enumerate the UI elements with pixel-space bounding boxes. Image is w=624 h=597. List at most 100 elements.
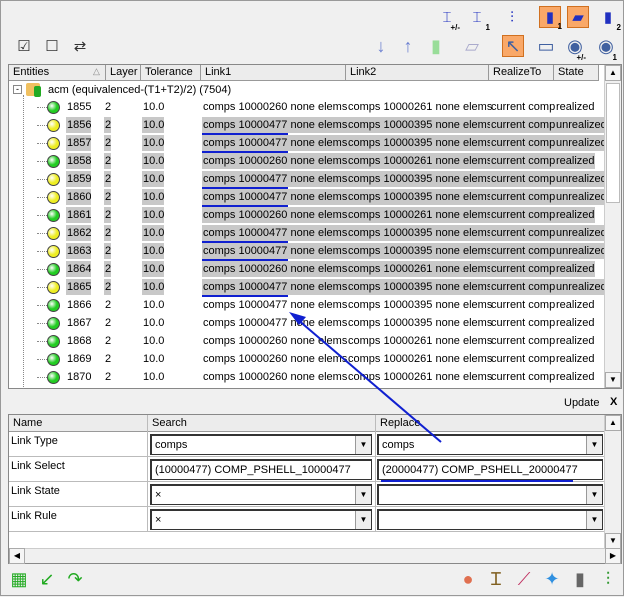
line-connector-icon[interactable]: ⟋ bbox=[513, 568, 535, 590]
table-row[interactable]: 1867 2 10.0 comps 10000477 none elems comps … bbox=[9, 314, 605, 332]
scroll-down-button[interactable]: ▼ bbox=[605, 372, 621, 388]
cell-id: 1861 bbox=[66, 207, 92, 223]
table-row[interactable]: 1870 2 10.0 comps 10000260 none elems comps … bbox=[9, 368, 605, 386]
scroll-down-button[interactable]: ▼ bbox=[605, 533, 621, 549]
cell-layer: 2 bbox=[104, 135, 112, 151]
surface-icon[interactable]: ▱ bbox=[461, 35, 483, 57]
component-2-icon[interactable]: ▮ 2 bbox=[597, 6, 621, 32]
spot-icon[interactable]: ✦ bbox=[541, 568, 563, 590]
table-row[interactable]: 1868 2 10.0 comps 10000260 none elems comps … bbox=[9, 332, 605, 350]
table-row[interactable]: 1859 2 10.0 comps 10000477 none elems comps … bbox=[9, 170, 607, 189]
table-row[interactable]: 1860 2 10.0 comps 10000477 none elems comps … bbox=[9, 188, 607, 207]
realize-icon[interactable]: ⫶ bbox=[501, 6, 523, 28]
column-header-name[interactable]: Name bbox=[9, 415, 148, 432]
select-arrow-icon[interactable]: ↖ bbox=[502, 35, 524, 57]
column-header-tolerance[interactable]: Tolerance bbox=[141, 65, 201, 81]
link-type-search-dropdown[interactable]: comps ▼ bbox=[150, 434, 372, 455]
cell-layer: 2 bbox=[105, 335, 112, 347]
link-rule-search-dropdown[interactable]: × ▼ bbox=[150, 509, 372, 530]
equivalence-one-icon[interactable]: ⌶ 1 bbox=[466, 6, 490, 33]
close-button[interactable]: X bbox=[610, 396, 617, 408]
mass-icon[interactable]: ▮ bbox=[569, 568, 591, 590]
scroll-right-button[interactable]: ▶ bbox=[605, 548, 621, 564]
show-one-icon[interactable]: ◉ 1 bbox=[595, 35, 617, 63]
column-header-state[interactable]: State bbox=[554, 65, 599, 81]
group-row[interactable]: - acm (equivalenced-(T1+T2)/2) (7504) bbox=[9, 81, 605, 99]
link-select-replace-field[interactable]: (20000477) COMP_PSHELL_20000477 bbox=[377, 459, 603, 482]
scroll-left-button[interactable]: ◀ bbox=[9, 548, 25, 564]
cell-layer: 2 bbox=[104, 243, 112, 259]
table-row[interactable]: 1871 2 10.0 comps 10000477 none elemscomps … bbox=[9, 386, 605, 388]
move-up-icon[interactable]: ↑ bbox=[397, 35, 419, 57]
cell-id: 1868 bbox=[67, 335, 92, 347]
cell-id: 1871 bbox=[66, 387, 91, 388]
column-header-search[interactable]: Search bbox=[148, 415, 376, 432]
tree-connector bbox=[37, 197, 47, 198]
chevron-down-icon[interactable]: ▼ bbox=[586, 436, 602, 454]
table-row[interactable]: 1866 2 10.0 comps 10000477 none elems comps … bbox=[9, 296, 605, 314]
column-header-realizeto[interactable]: RealizeTo bbox=[489, 65, 554, 81]
chevron-down-icon[interactable]: ▼ bbox=[586, 486, 602, 504]
chevron-down-icon[interactable]: ▼ bbox=[586, 511, 602, 529]
component-icon[interactable]: ▮ bbox=[425, 35, 447, 57]
link-state-search-dropdown[interactable]: × ▼ bbox=[150, 484, 372, 505]
collapse-toggle[interactable]: - bbox=[13, 85, 22, 94]
link-select-search-field[interactable]: (10000477) COMP_PSHELL_10000477 bbox=[150, 459, 372, 480]
column-header-layer[interactable]: Layer bbox=[106, 65, 141, 81]
column-header-link1[interactable]: Link1 bbox=[201, 65, 346, 81]
import-components-icon[interactable]: ↙ bbox=[36, 568, 58, 590]
horizontal-scrollbar[interactable]: ◀ ▶ bbox=[9, 548, 621, 564]
move-down-icon[interactable]: ↓ bbox=[370, 35, 392, 57]
table-row[interactable]: 1855 2 10.0 comps 10000260 none elems comps … bbox=[9, 98, 605, 116]
chevron-down-icon[interactable]: ▼ bbox=[355, 436, 371, 454]
table-row[interactable]: 1861 2 10.0 comps 10000260 none elems comps … bbox=[9, 206, 605, 224]
table-row[interactable]: 1869 2 10.0 comps 10000260 none elems comps … bbox=[9, 350, 605, 368]
update-button[interactable]: Update bbox=[564, 397, 599, 409]
table-row[interactable]: 1863 2 10.0 comps 10000477 none elems comps … bbox=[9, 242, 607, 261]
move-components-icon[interactable]: ↷ bbox=[64, 568, 86, 590]
table-row[interactable]: 1865 2 10.0 comps 10000477 none elems comps … bbox=[9, 278, 607, 297]
column-header-link2[interactable]: Link2 bbox=[346, 65, 489, 81]
cell-link2: comps 10000261 none elems bbox=[347, 153, 493, 169]
equivalence-add-remove-icon[interactable]: ⌶ +/- bbox=[436, 6, 460, 33]
cell-layer: 2 bbox=[104, 117, 112, 133]
beam-icon[interactable]: Ɪ bbox=[485, 568, 507, 590]
table-row[interactable]: 1857 2 10.0 comps 10000477 none elems comps … bbox=[9, 134, 607, 153]
sphere-icon[interactable]: ● bbox=[457, 568, 479, 590]
tree-connector bbox=[37, 323, 47, 324]
show-one-icon-badge: 1 bbox=[612, 53, 617, 62]
table-vertical-scrollbar[interactable]: ▲ ▼ bbox=[604, 415, 621, 549]
uncheck-all-icon[interactable]: ☐ bbox=[41, 35, 63, 57]
tree-connector bbox=[37, 233, 47, 234]
cell-link1: comps 10000477 none elems bbox=[202, 117, 348, 133]
cell-realize: current comp bbox=[490, 189, 556, 205]
search-replace-table: Name Search Replace Link Type comps ▼ comps ▼ L… bbox=[8, 414, 622, 564]
find-components-icon[interactable]: ▦ bbox=[8, 568, 30, 590]
component-1-icon[interactable]: ▮ 1 bbox=[539, 6, 562, 31]
swap-check-icon[interactable]: ⇄ bbox=[69, 35, 91, 57]
show-add-remove-icon[interactable]: ◉ +/- bbox=[564, 35, 586, 63]
cell-link2: comps 10000395 none elems bbox=[347, 189, 493, 205]
unrealized-status-icon bbox=[47, 227, 60, 240]
check-all-icon[interactable]: ☑ bbox=[13, 35, 35, 57]
scroll-up-button[interactable]: ▲ bbox=[605, 65, 621, 81]
column-header-entities[interactable]: Entities bbox=[9, 65, 106, 81]
table-row[interactable]: 1862 2 10.0 comps 10000477 none elems comps … bbox=[9, 224, 607, 243]
vertical-scrollbar[interactable]: ▲ ▼ bbox=[604, 65, 621, 388]
table-row[interactable]: 1864 2 10.0 comps 10000260 none elems comps … bbox=[9, 260, 605, 278]
table-row[interactable]: 1858 2 10.0 comps 10000260 none elems comps … bbox=[9, 152, 605, 170]
link-state-replace-dropdown[interactable]: ▼ bbox=[377, 484, 603, 505]
chevron-down-icon[interactable]: ▼ bbox=[355, 511, 371, 529]
chevron-down-icon[interactable]: ▼ bbox=[355, 486, 371, 504]
link-rule-replace-dropdown[interactable]: ▼ bbox=[377, 509, 603, 530]
table-row[interactable]: 1856 2 10.0 comps 10000477 none elems comps … bbox=[9, 116, 607, 135]
scroll-up-button[interactable]: ▲ bbox=[605, 415, 621, 431]
column-header-replace[interactable]: Replace bbox=[376, 415, 606, 432]
scroll-thumb[interactable] bbox=[606, 83, 620, 203]
link-type-replace-dropdown[interactable]: comps ▼ bbox=[377, 434, 603, 455]
export-icon[interactable]: ▭ bbox=[535, 35, 557, 57]
cell-id: 1869 bbox=[67, 353, 92, 365]
cell-layer: 2 bbox=[104, 261, 112, 277]
plane-icon[interactable]: ▰ bbox=[567, 6, 589, 28]
connector-icon[interactable]: ⫶ bbox=[597, 568, 619, 590]
